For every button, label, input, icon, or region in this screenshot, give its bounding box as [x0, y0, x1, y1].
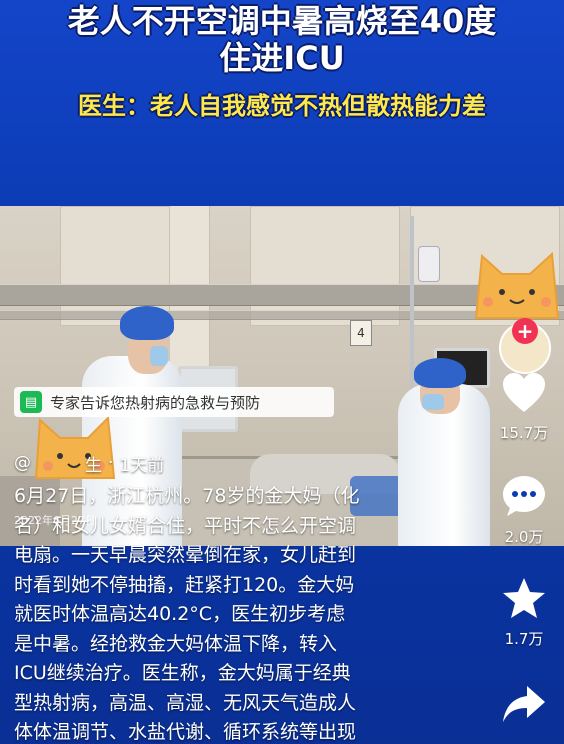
cat-sticker-right — [474, 251, 560, 319]
comment-count: 2.0万 — [504, 528, 544, 546]
caption-line: 电扇。一天早晨突然晕倒在家，女儿赶到 — [14, 544, 357, 566]
share-button[interactable] — [492, 684, 556, 732]
post-time: 1天前 — [119, 455, 165, 476]
favorite-button[interactable]: 1.7万 — [492, 576, 556, 649]
caption-line: 时看到她不停抽搐，赶紧打120。金大妈 — [14, 573, 355, 596]
favorite-count: 1.7万 — [504, 630, 544, 648]
headline: 老人不开空调中暑高烧至40度 住进ICU — [0, 2, 564, 76]
caption-line: 就医时体温高达40.2°C，医生初步考虑 — [14, 603, 346, 625]
share-icon — [503, 686, 545, 722]
related-article-text: 专家告诉您热射病的急救与预防 — [50, 393, 261, 412]
comment-button[interactable]: 2.0万 — [492, 474, 556, 547]
caption-line: 6月27日，浙江杭州。78岁的金大妈（化 — [14, 485, 360, 507]
heart-icon — [503, 373, 545, 412]
caption-line: 型热射病，高温、高湿、无风天气造成人 — [14, 691, 357, 714]
article-icon: ▤ — [20, 391, 42, 413]
headline-subtitle: 医生：老人自我感觉不热但散热能力差 — [78, 92, 486, 120]
headline-line-1: 老人不开空调中暑高烧至40度 — [67, 2, 497, 40]
author-row[interactable]: @ 生 · 1天前 — [14, 448, 164, 478]
author-at-symbol: @ — [14, 453, 31, 473]
comment-icon — [503, 476, 545, 516]
caption-line: 体体温调节、水盐代谢、循环系统等出现 — [14, 721, 357, 743]
follow-button[interactable]: + — [512, 318, 538, 344]
video-post-screen: 老人不开空调中暑高烧至40度 住进ICU 医生：老人自我感觉不热但散热能力差 4 — [0, 0, 564, 744]
video-timestamp-overlay: 2022年6月27日 — [14, 514, 96, 527]
star-icon — [503, 578, 545, 618]
like-button[interactable]: 15.7万 — [492, 372, 556, 443]
related-article-banner[interactable]: ▤ 专家告诉您热射病的急救与预防 — [14, 387, 334, 417]
like-count: 15.7万 — [499, 424, 549, 442]
author-name[interactable]: 生 — [85, 451, 102, 476]
headline-line-2: 住进ICU — [219, 39, 345, 77]
author-separator: · — [108, 453, 114, 473]
caption-line: 是中暑。经抢救金大妈体温下降，转入 — [14, 632, 338, 655]
caption-line: ICU继续治疗。医生称，金大妈属于经典 — [14, 662, 351, 684]
